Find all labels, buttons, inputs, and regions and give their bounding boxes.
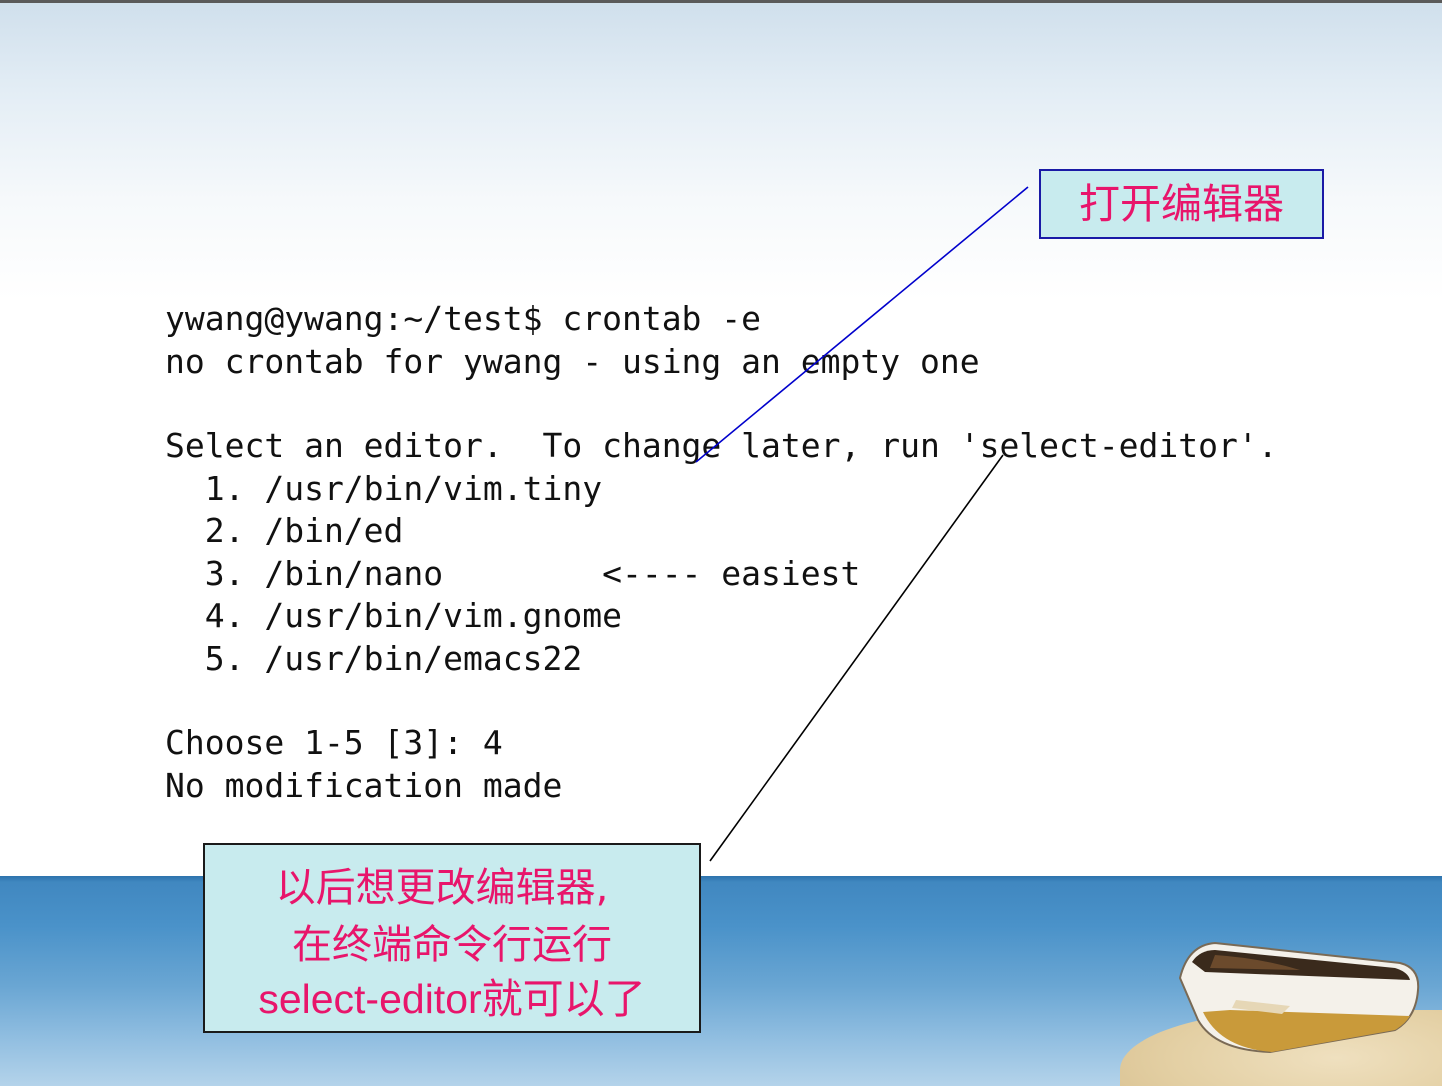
change-editor-connector-line xyxy=(709,454,1004,862)
open-editor-callout: 打开编辑器 xyxy=(1039,169,1324,239)
open-editor-callout-text: 打开编辑器 xyxy=(1079,180,1284,228)
change-editor-callout-line: 以后想更改编辑器, xyxy=(275,865,609,911)
change-editor-callout: 以后想更改编辑器, 在终端命令行运行 select-editor就可以了 xyxy=(203,843,701,1033)
change-editor-callout-line: select-editor就可以了 xyxy=(258,976,646,1022)
slide: ywang@ywang:~/test$ crontab -e no cronta… xyxy=(0,0,1442,1086)
open-editor-connector-line xyxy=(695,186,1029,463)
change-editor-callout-line: 在终端命令行运行 xyxy=(292,922,612,968)
